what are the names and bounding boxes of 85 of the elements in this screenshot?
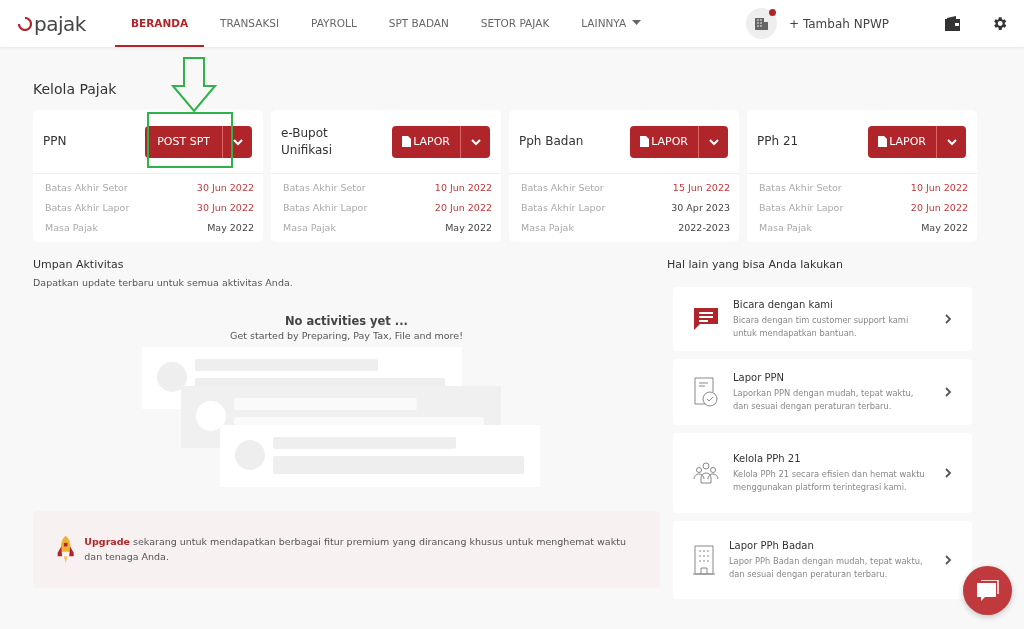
action-title: Lapor PPN bbox=[733, 372, 785, 384]
chat-bubble-icon bbox=[975, 579, 1000, 602]
people-icon bbox=[693, 462, 719, 484]
settings-button[interactable] bbox=[991, 15, 1008, 32]
report-button[interactable]: LAPOR bbox=[392, 125, 460, 158]
add-npwp-link[interactable]: + Tambah NPWP bbox=[789, 16, 889, 31]
deadline-label: Masa Pajak bbox=[521, 222, 574, 233]
deadline-label: Masa Pajak bbox=[759, 222, 812, 233]
deadline-value: 15 Jun 2022 bbox=[672, 182, 730, 193]
tax-name: Pph Badan bbox=[519, 133, 584, 150]
nav-tab[interactable]: TRANSAKSI bbox=[204, 0, 296, 47]
empty-text: Get started by Preparing, Pay Tax, File and more! bbox=[230, 330, 463, 341]
wallet-icon bbox=[945, 16, 961, 31]
nav-tab[interactable]: SETOR PAJAK bbox=[464, 0, 566, 47]
action-title: Kelola PPh 21 bbox=[733, 453, 802, 465]
deadline-value: May 2022 bbox=[207, 222, 254, 233]
action-card[interactable]: Lapor PPN Laporkan PPN dengan mudah, tepat waktu, dan sesuai dengan peraturan terbaru. bbox=[673, 359, 972, 425]
logo-icon bbox=[18, 16, 32, 31]
dropdown-button[interactable] bbox=[222, 125, 252, 158]
section-title: Kelola Pajak bbox=[33, 81, 118, 97]
dropdown-button[interactable] bbox=[698, 125, 728, 158]
tax-name: e-Bupot Unifikasi bbox=[281, 125, 333, 158]
nav-tab[interactable]: PAYROLL bbox=[295, 0, 373, 47]
section-title: Umpan Aktivitas bbox=[33, 258, 125, 271]
action-card[interactable]: Kelola PPh 21 Kelola PPh 21 secara efisien dan hemat waktu menggunakan platform terintegrasi kami. bbox=[673, 433, 972, 513]
action-title: Lapor PPh Badan bbox=[729, 540, 815, 552]
action-card[interactable]: Bicara dengan kami Bicara dengan tim customer support kami untuk mendapatkan bantuan. bbox=[673, 287, 972, 351]
action-description: Bicara dengan tim customer support kami untuk mendapatkan bantuan. bbox=[733, 314, 910, 339]
deadline-label: Batas Akhir Lapor bbox=[283, 202, 368, 213]
chevron-right-icon bbox=[944, 386, 952, 398]
deadline-label: Masa Pajak bbox=[283, 222, 336, 233]
deadline-value: 10 Jun 2022 bbox=[434, 182, 492, 193]
deadline-value: 20 Jun 2022 bbox=[434, 202, 492, 213]
report-button[interactable]: LAPOR bbox=[868, 125, 936, 158]
chevron-right-icon bbox=[944, 554, 952, 566]
section-subtitle: Dapatkan update terbaru untuk semua aktivitas Anda. bbox=[33, 277, 294, 288]
chevron-right-icon bbox=[944, 313, 952, 325]
empty-title: No activities yet ... bbox=[285, 314, 408, 328]
tax-name: PPN bbox=[43, 133, 67, 150]
deadline-value: 2022-2023 bbox=[678, 222, 730, 233]
deadline-label: Batas Akhir Setor bbox=[283, 182, 366, 193]
company-switcher[interactable] bbox=[746, 8, 778, 39]
action-title: Bicara dengan kami bbox=[733, 299, 834, 311]
chat-button[interactable] bbox=[963, 566, 1012, 615]
chat-icon bbox=[693, 306, 719, 332]
report-button[interactable]: POST SPT bbox=[145, 125, 222, 158]
annotation-arrow bbox=[171, 57, 217, 113]
upgrade-text: Upgrade sekarang untuk mendapatkan berbagai fitur premium yang dirancang khusus untuk menghemat waktu dan tenaga Anda. bbox=[84, 535, 627, 564]
deadline-label: Batas Akhir Lapor bbox=[521, 202, 606, 213]
deadline-value: May 2022 bbox=[921, 222, 968, 233]
document-check-icon bbox=[693, 377, 719, 407]
deadline-label: Batas Akhir Lapor bbox=[759, 202, 844, 213]
nav-tab[interactable]: BERANDA bbox=[115, 0, 205, 47]
tax-name: PPh 21 bbox=[757, 133, 799, 150]
deadline-value: 10 Jun 2022 bbox=[910, 182, 968, 193]
caret-icon bbox=[632, 19, 642, 26]
nav-tab[interactable]: LAINNYA bbox=[565, 0, 658, 47]
nav-tab[interactable]: SPT BADAN bbox=[372, 0, 465, 47]
action-description: Laporkan PPN dengan mudah, tepat waktu, dan sesuai dengan peraturan terbaru. bbox=[733, 387, 915, 412]
action-description: Lapor PPh Badan dengan mudah, tepat waktu, dan sesuai dengan peraturan terbaru. bbox=[729, 555, 924, 580]
logo-text: pajak bbox=[34, 11, 86, 36]
document-icon bbox=[878, 136, 888, 147]
chevron-right-icon bbox=[944, 467, 952, 479]
deadline-value: 30 Apr 2023 bbox=[671, 202, 730, 213]
deadline-value: 30 Jun 2022 bbox=[196, 182, 254, 193]
deadline-label: Masa Pajak bbox=[45, 222, 98, 233]
deadline-value: 30 Jun 2022 bbox=[196, 202, 254, 213]
document-icon bbox=[640, 136, 650, 147]
action-card[interactable]: Lapor PPh Badan Lapor PPh Badan dengan mudah, tepat waktu, dan sesuai dengan peraturan terbaru. bbox=[673, 521, 972, 599]
deadline-label: Batas Akhir Lapor bbox=[45, 202, 130, 213]
deadline-label: Batas Akhir Setor bbox=[45, 182, 128, 193]
deadline-value: May 2022 bbox=[445, 222, 492, 233]
deadline-label: Batas Akhir Setor bbox=[521, 182, 604, 193]
building-icon bbox=[754, 16, 770, 31]
deadline-label: Batas Akhir Setor bbox=[759, 182, 842, 193]
settings-icon bbox=[991, 15, 1008, 32]
report-button[interactable]: LAPOR bbox=[630, 125, 698, 158]
deadline-value: 20 Jun 2022 bbox=[910, 202, 968, 213]
wallet-button[interactable] bbox=[945, 16, 961, 31]
section-title: Hal lain yang bisa Anda lakukan bbox=[667, 258, 844, 271]
building-icon bbox=[693, 545, 715, 575]
action-description: Kelola PPh 21 secara efisien dan hemat waktu menggunakan platform terintegrasi kami. bbox=[733, 468, 926, 493]
dropdown-button[interactable] bbox=[936, 125, 966, 158]
document-icon bbox=[402, 136, 412, 147]
dropdown-button[interactable] bbox=[460, 125, 490, 158]
